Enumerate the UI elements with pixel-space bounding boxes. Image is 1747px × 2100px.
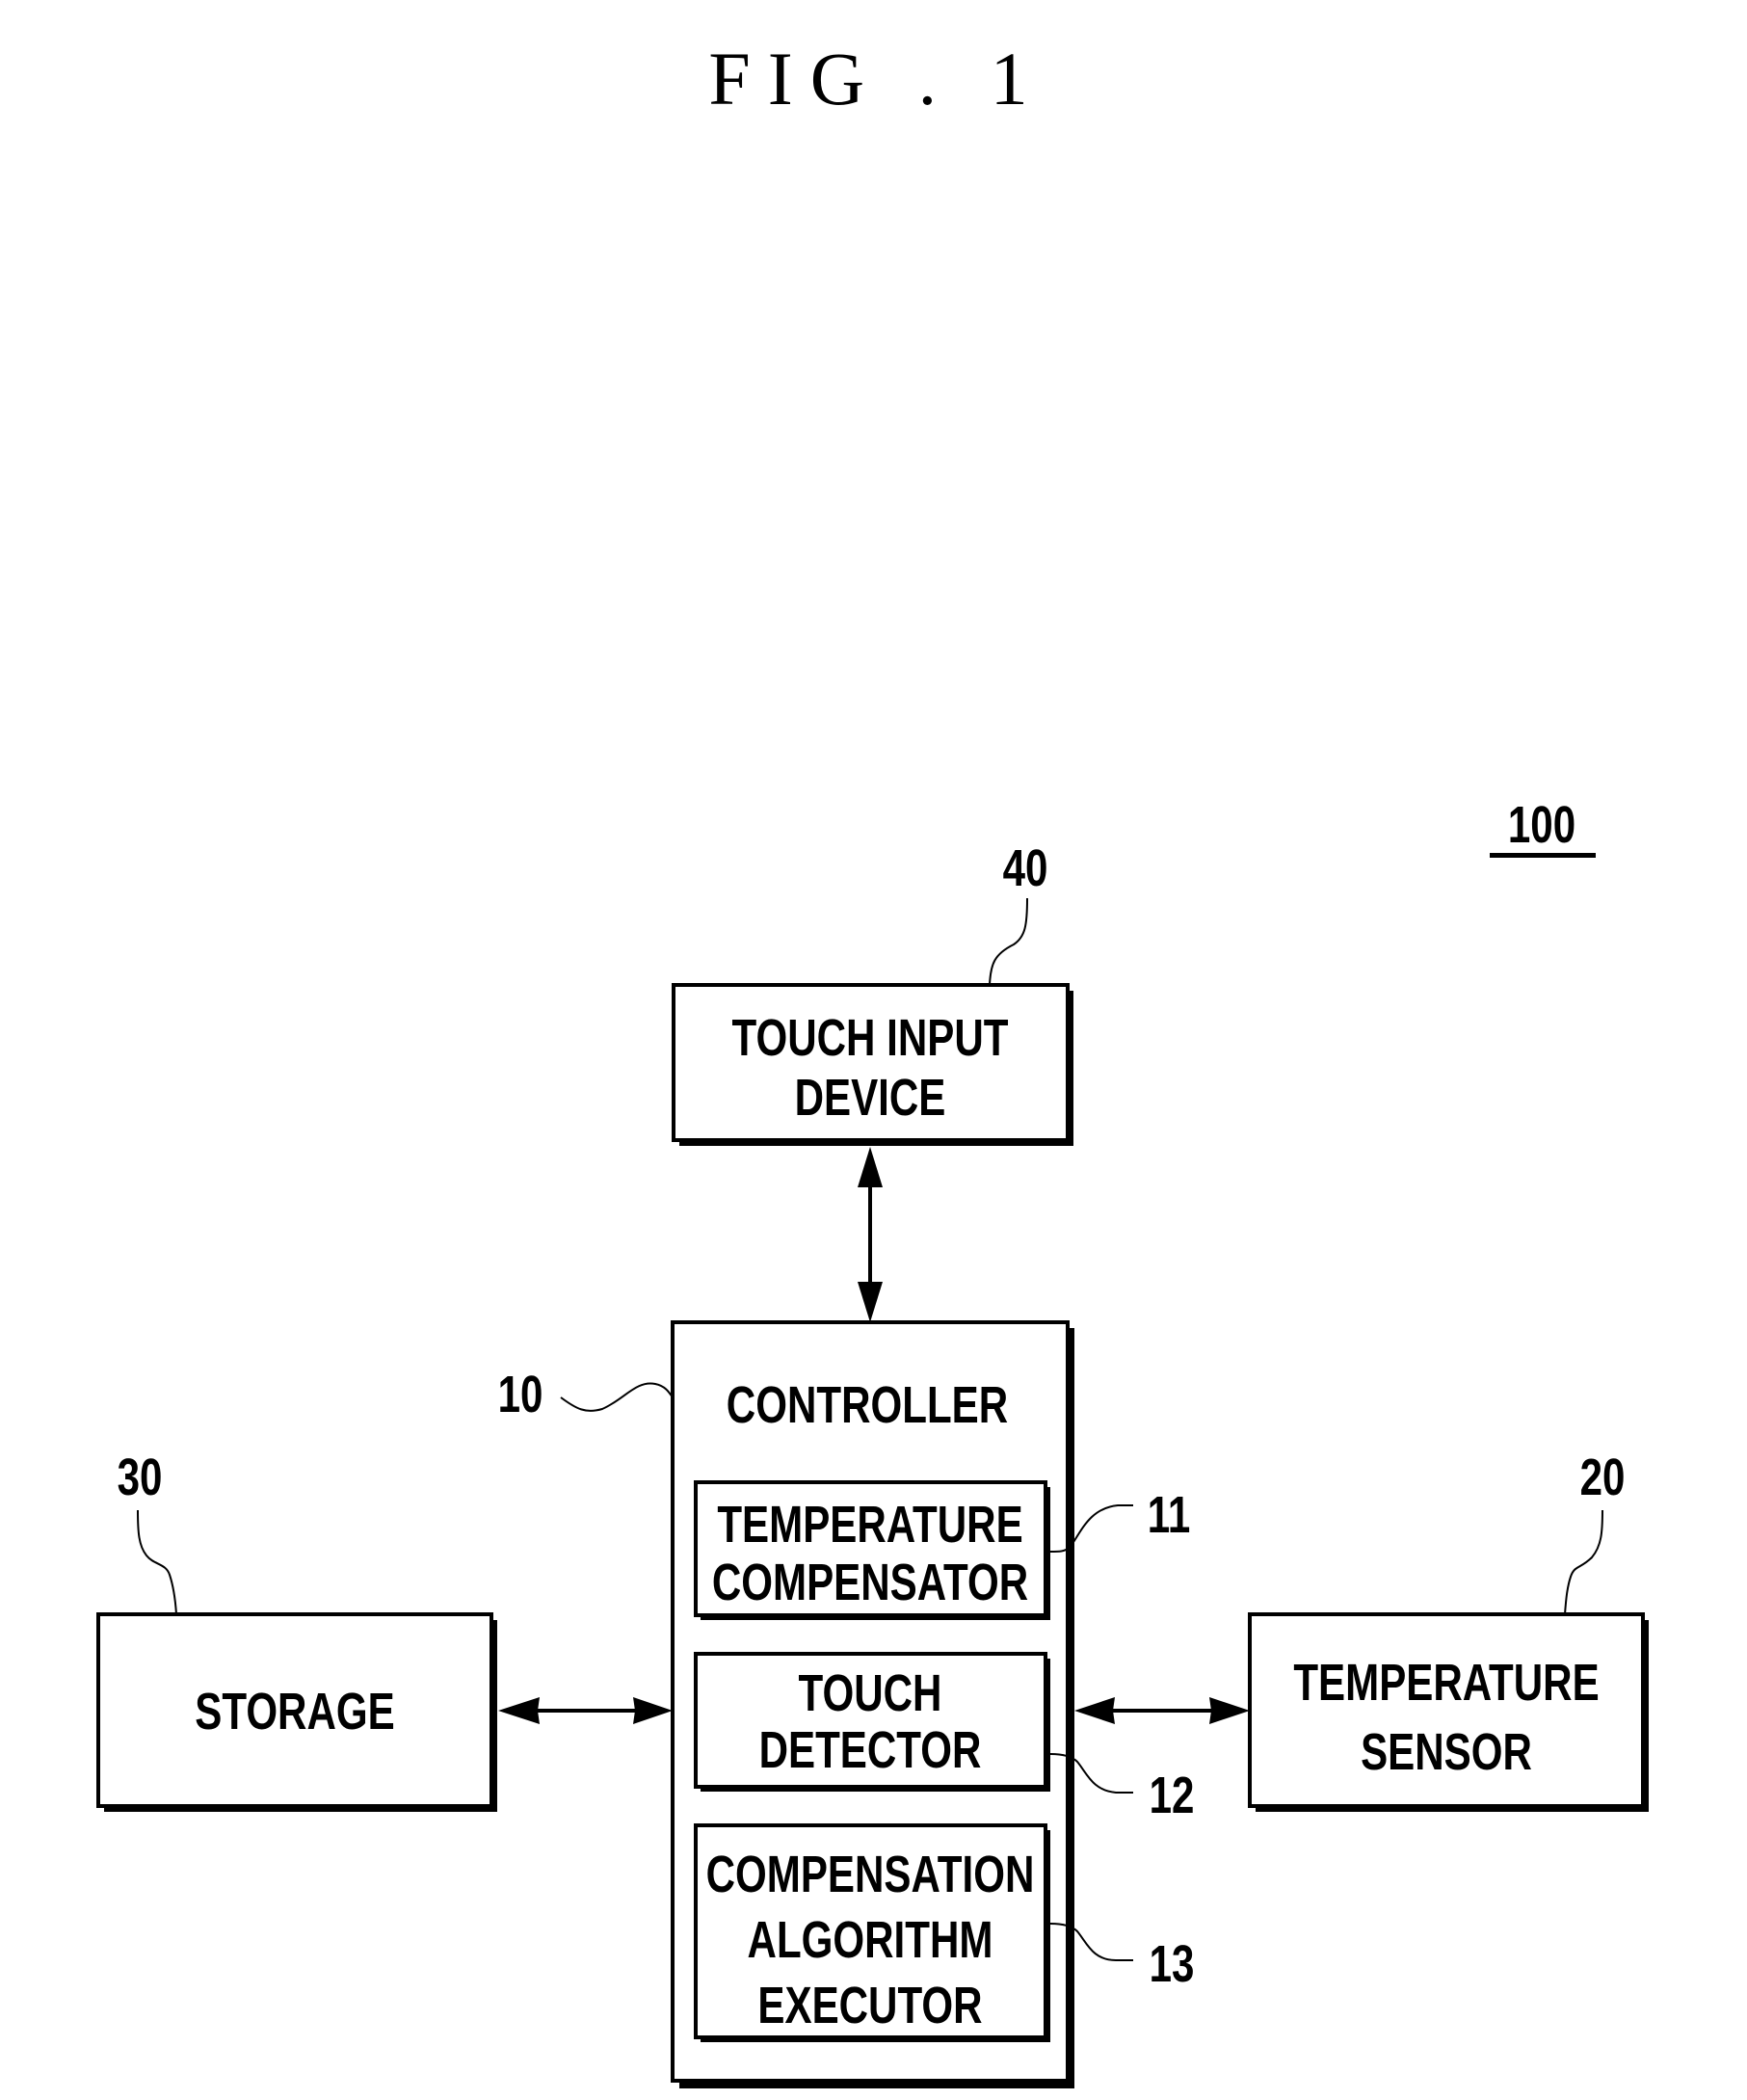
- controller-title: CONTROLLER: [727, 1376, 1008, 1434]
- block-label-line: ALGORITHM: [748, 1911, 993, 1969]
- temperature-sensor-block: TEMPERATURE SENSOR: [1248, 1612, 1649, 1812]
- ref-label-40: 40: [1003, 839, 1048, 897]
- leader-line-10: [560, 1382, 674, 1412]
- block-label-line: TEMPERATURE: [1293, 1654, 1599, 1712]
- leader-line-30: [137, 1509, 177, 1615]
- block-label-line: TOUCH INPUT: [732, 1009, 1009, 1067]
- leader-line-40: [989, 897, 1028, 986]
- leader-line-20: [1564, 1509, 1603, 1615]
- block-label-line: TEMPERATURE: [717, 1496, 1022, 1554]
- ref-label-30: 30: [118, 1449, 163, 1506]
- arrowhead-left: [1074, 1697, 1115, 1724]
- block-label-line: EXECUTOR: [757, 1977, 982, 2034]
- block-diagram: FIG . 1 100 TOUCH INPUT DEVICE 40 CONTRO…: [96, 37, 1649, 2088]
- arrow-storage-controller: [498, 1697, 673, 1724]
- ref-label-12: 12: [1150, 1767, 1195, 1824]
- touch-input-device-block: TOUCH INPUT DEVICE: [672, 983, 1073, 1146]
- system-ref-label: 100: [1508, 796, 1575, 854]
- arrowhead-down: [858, 1282, 883, 1322]
- system-ref-underline: [1490, 853, 1596, 858]
- block-label-line: TOUCH: [799, 1664, 942, 1722]
- block-label-line: DETECTOR: [759, 1721, 982, 1779]
- block-label-line: STORAGE: [195, 1683, 394, 1741]
- ref-label-11: 11: [1148, 1486, 1191, 1544]
- arrowhead-right: [1209, 1697, 1250, 1724]
- figure-title: FIG . 1: [708, 37, 1045, 120]
- arrow-touch-input-controller: [858, 1147, 883, 1322]
- arrowhead-left: [498, 1697, 540, 1724]
- touch-detector-block: TOUCH DETECTOR: [694, 1652, 1050, 1792]
- arrow-controller-temperature-sensor: [1074, 1697, 1250, 1724]
- temperature-compensator-block: TEMPERATURE COMPENSATOR: [694, 1480, 1050, 1620]
- ref-label-13: 13: [1150, 1935, 1195, 1993]
- arrowhead-right: [633, 1697, 673, 1724]
- block-label-line: COMPENSATOR: [712, 1554, 1028, 1611]
- controller-block: CONTROLLER TEMPERATURE COMPENSATOR TOUCH…: [671, 1320, 1074, 2088]
- block-label-line: COMPENSATION: [706, 1846, 1035, 1903]
- storage-block: STORAGE: [96, 1612, 497, 1812]
- block-label-line: DEVICE: [795, 1069, 946, 1127]
- compensation-algorithm-executor-block: COMPENSATION ALGORITHM EXECUTOR: [694, 1823, 1050, 2042]
- ref-label-20: 20: [1580, 1449, 1626, 1506]
- arrowhead-up: [858, 1147, 883, 1187]
- ref-label-10: 10: [498, 1366, 543, 1423]
- block-label-line: SENSOR: [1361, 1723, 1532, 1781]
